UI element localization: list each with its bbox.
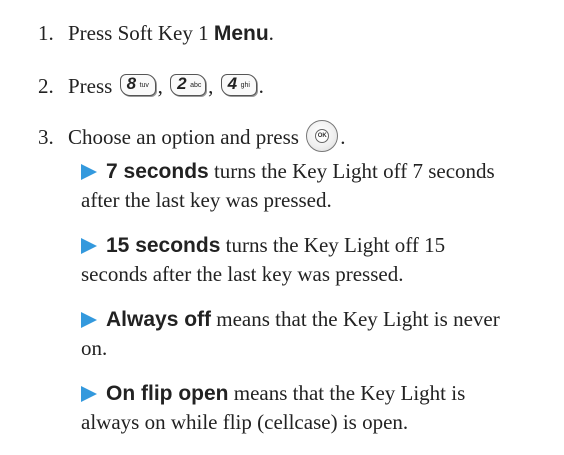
option-description-cont: after the last key was pressed. xyxy=(81,188,332,212)
option-description-cont: seconds after the last key was pressed. xyxy=(81,262,404,286)
step-number: 2. xyxy=(38,74,54,98)
option-description: turns the Key Light off 7 seconds xyxy=(208,159,495,183)
step-text: Choose an option and press xyxy=(68,125,305,149)
key-8-icon: 8 tuv xyxy=(119,74,156,96)
list-item: 15 seconds turns the Key Light off 15 sec… xyxy=(81,231,551,289)
triangle-bullet-icon xyxy=(81,386,97,402)
option-name: 15 seconds xyxy=(106,234,221,257)
list-item: Always off means that the Key Light is n… xyxy=(81,305,551,363)
option-description: means that the Key Light is xyxy=(228,381,466,405)
option-description: turns the Key Light off 15 xyxy=(220,233,446,257)
menu-label: Menu xyxy=(213,22,269,45)
step-suffix: . xyxy=(258,74,264,98)
list-item: On flip open means that the Key Light is… xyxy=(81,379,551,437)
step-number: 3. xyxy=(38,125,54,149)
step-suffix: . xyxy=(340,125,346,149)
list-item: 7 seconds turns the Key Light off 7 seco… xyxy=(81,157,551,215)
step-number: 1. xyxy=(38,21,54,45)
option-description: means that the Key Light is never xyxy=(211,307,500,331)
triangle-bullet-icon xyxy=(81,164,97,180)
option-name: Always off xyxy=(106,308,212,331)
triangle-bullet-icon xyxy=(81,238,97,254)
step-text: Press xyxy=(68,74,118,98)
separator: , xyxy=(208,74,214,98)
step-2: 2. Press 8 tuv, 2 abc, 4 ghi. xyxy=(38,73,264,99)
option-name: 7 seconds xyxy=(106,160,209,183)
option-description-cont: always on while flip (cellcase) is open. xyxy=(81,410,409,434)
ok-key-icon: OK xyxy=(306,120,339,152)
separator: , xyxy=(157,74,163,98)
option-description-cont: on. xyxy=(81,336,108,360)
step-3: 3. Choose an option and press OK. xyxy=(38,120,345,152)
key-4-icon: 4 ghi xyxy=(220,74,257,96)
step-suffix: . xyxy=(268,21,274,45)
step-text: Press Soft Key 1 xyxy=(68,21,214,45)
triangle-bullet-icon xyxy=(81,312,97,328)
key-2-icon: 2 abc xyxy=(170,74,207,96)
option-name: On flip open xyxy=(106,382,229,405)
step-1: 1. Press Soft Key 1 Menu. xyxy=(38,20,274,47)
